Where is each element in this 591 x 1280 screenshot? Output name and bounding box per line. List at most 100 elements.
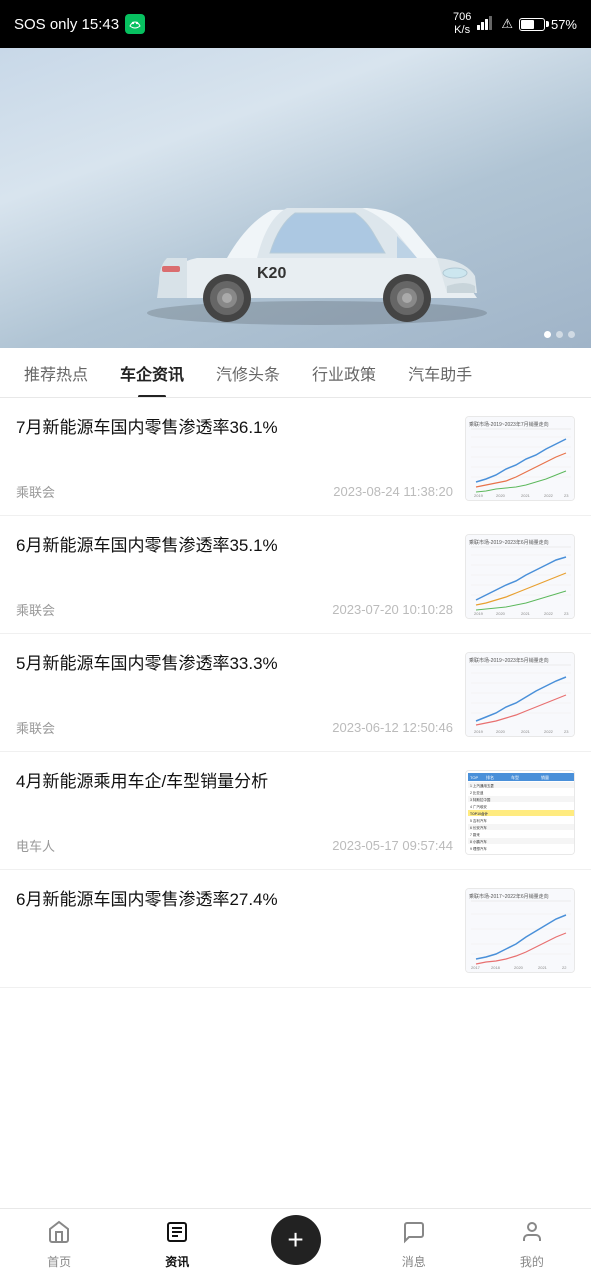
- news-title: 7月新能源车国内零售渗透率36.1%: [16, 416, 453, 440]
- tab-assistant[interactable]: 汽车助手: [392, 348, 488, 398]
- svg-text:2020: 2020: [514, 965, 524, 970]
- car-image: K20: [107, 128, 527, 328]
- news-item[interactable]: 7月新能源车国内零售渗透率36.1% 乘联会 2023-08-24 11:38:…: [0, 398, 591, 516]
- bottom-nav-home[interactable]: 首页: [0, 1220, 118, 1270]
- svg-text:2 比亚迪: 2 比亚迪: [470, 790, 484, 795]
- news-time: 2023-07-20 10:10:28: [332, 602, 453, 617]
- news-thumbnail: 乘联市场-2017~2022年6月销量走向 2017 2018 2020 202…: [465, 888, 575, 973]
- svg-text:22: 22: [562, 965, 567, 970]
- svg-text:K20: K20: [257, 265, 286, 282]
- news-title: 5月新能源车国内零售渗透率33.3%: [16, 652, 453, 676]
- svg-text:23: 23: [564, 729, 569, 734]
- bottom-nav-messages[interactable]: 消息: [355, 1220, 473, 1270]
- svg-text:2021: 2021: [521, 729, 531, 734]
- svg-text:乘联市场-2019~2023年7月销量走向: 乘联市场-2019~2023年7月销量走向: [469, 421, 549, 428]
- svg-text:排名: 排名: [486, 774, 494, 780]
- bottom-nav: 首页 资讯 + 消息 我的: [0, 1208, 591, 1280]
- svg-text:1 上汽通用五菱: 1 上汽通用五菱: [470, 783, 494, 788]
- home-label: 首页: [47, 1253, 71, 1270]
- news-meta: 乘联会 2023-08-24 11:38:20: [16, 482, 453, 501]
- news-content: 5月新能源车国内零售渗透率33.3% 乘联会 2023-06-12 12:50:…: [16, 652, 453, 737]
- network-speed: 706K/s: [453, 11, 471, 37]
- news-label: 资讯: [165, 1253, 189, 1270]
- svg-text:2021: 2021: [538, 965, 548, 970]
- news-feed: 7月新能源车国内零售渗透率36.1% 乘联会 2023-08-24 11:38:…: [0, 398, 591, 988]
- battery-container: [519, 17, 545, 32]
- hero-dot-3: [568, 331, 575, 338]
- news-icon: [165, 1220, 189, 1250]
- news-content: 6月新能源车国内零售渗透率27.4%: [16, 888, 453, 973]
- news-meta: 电车人 2023-05-17 09:57:44: [16, 836, 453, 855]
- svg-text:23: 23: [564, 611, 569, 616]
- messages-label: 消息: [402, 1253, 426, 1270]
- news-item[interactable]: 5月新能源车国内零售渗透率33.3% 乘联会 2023-06-12 12:50:…: [0, 634, 591, 752]
- hero-dot-2: [556, 331, 563, 338]
- tab-repair[interactable]: 汽修头条: [200, 348, 296, 398]
- news-thumbnail: 乘联市场-2019~2023年7月销量走向 2019 2020 2021 202…: [465, 416, 575, 501]
- news-item[interactable]: 4月新能源乘用车企/车型销量分析 电车人 2023-05-17 09:57:44…: [0, 752, 591, 870]
- bottom-nav-add[interactable]: +: [236, 1215, 354, 1275]
- news-source: 电车人: [16, 836, 55, 855]
- news-title: 6月新能源车国内零售渗透率35.1%: [16, 534, 453, 558]
- news-content: 7月新能源车国内零售渗透率36.1% 乘联会 2023-08-24 11:38:…: [16, 416, 453, 501]
- exclamation-icon: ⚠: [501, 16, 513, 32]
- svg-text:乘联市场-2019~2023年5月销量走向: 乘联市场-2019~2023年5月销量走向: [469, 657, 549, 664]
- hero-dots: [544, 331, 575, 338]
- svg-text:2019: 2019: [474, 611, 484, 616]
- svg-text:3 特斯拉中国: 3 特斯拉中国: [470, 797, 491, 802]
- add-button[interactable]: +: [271, 1215, 321, 1265]
- svg-text:9 理想汽车: 9 理想汽车: [470, 846, 487, 851]
- news-source: 乘联会: [16, 482, 55, 501]
- news-item[interactable]: 6月新能源车国内零售渗透率35.1% 乘联会 2023-07-20 10:10:…: [0, 516, 591, 634]
- hero-banner[interactable]: K20: [0, 48, 591, 348]
- news-time: 2023-08-24 11:38:20: [333, 484, 453, 499]
- svg-text:2020: 2020: [496, 611, 506, 616]
- nav-tabs: 推荐热点 车企资讯 汽修头条 行业政策 汽车助手: [0, 348, 591, 398]
- svg-text:2019: 2019: [474, 493, 484, 498]
- tab-car-news[interactable]: 车企资讯: [104, 348, 200, 398]
- tab-hot[interactable]: 推荐热点: [8, 348, 104, 398]
- news-thumbnail: 乘联市场-2019~2023年5月销量走向 2019 2020 2021 202…: [465, 652, 575, 737]
- profile-icon: [520, 1220, 544, 1250]
- svg-text:8 小鹏汽车: 8 小鹏汽车: [470, 839, 487, 844]
- svg-text:6 长安汽车: 6 长安汽车: [470, 825, 487, 830]
- svg-text:2020: 2020: [496, 493, 506, 498]
- news-title: 4月新能源乘用车企/车型销量分析: [16, 770, 453, 794]
- svg-text:2018: 2018: [491, 965, 501, 970]
- news-source: 乘联会: [16, 718, 55, 737]
- news-meta: 乘联会 2023-06-12 12:50:46: [16, 718, 453, 737]
- status-text: SOS only 15:43: [14, 16, 119, 33]
- signal-icon: [477, 16, 495, 33]
- svg-text:2022: 2022: [544, 729, 554, 734]
- hero-dot-1: [544, 331, 551, 338]
- bottom-nav-news[interactable]: 资讯: [118, 1220, 236, 1270]
- svg-text:2020: 2020: [496, 729, 506, 734]
- news-thumbnail: 乘联市场-2019~2023年6月销量走向 2019 2020 2021 202…: [465, 534, 575, 619]
- news-thumbnail: TOP 排名 车型 销量 1 上汽通用五菱 2 比亚迪 3 特斯拉中国: [465, 770, 575, 855]
- news-source: 乘联会: [16, 600, 55, 619]
- svg-text:23: 23: [564, 493, 569, 498]
- svg-text:4 广汽埃安: 4 广汽埃安: [470, 804, 487, 809]
- news-content: 4月新能源乘用车企/车型销量分析 电车人 2023-05-17 09:57:44: [16, 770, 453, 855]
- svg-text:乘联市场-2019~2023年6月销量走向: 乘联市场-2019~2023年6月销量走向: [469, 539, 549, 546]
- svg-text:2021: 2021: [521, 493, 531, 498]
- svg-text:2021: 2021: [521, 611, 531, 616]
- status-right: 706K/s ⚠ 57%: [453, 11, 577, 37]
- status-left: SOS only 15:43: [14, 14, 145, 34]
- svg-text:车型: 车型: [511, 774, 519, 780]
- svg-text:销量: 销量: [541, 774, 549, 780]
- news-content: 6月新能源车国内零售渗透率35.1% 乘联会 2023-07-20 10:10:…: [16, 534, 453, 619]
- bottom-nav-profile[interactable]: 我的: [473, 1220, 591, 1270]
- news-time: 2023-05-17 09:57:44: [332, 838, 453, 853]
- svg-text:2022: 2022: [544, 611, 554, 616]
- news-item[interactable]: 6月新能源车国内零售渗透率27.4% 乘联市场-2017~2022年6月销量走向…: [0, 870, 591, 988]
- news-title: 6月新能源车国内零售渗透率27.4%: [16, 888, 453, 912]
- svg-text:7 蔚来: 7 蔚来: [470, 832, 480, 837]
- messages-icon: [402, 1220, 426, 1250]
- tab-policy[interactable]: 行业政策: [296, 348, 392, 398]
- wechat-icon: [125, 14, 145, 34]
- status-bar: SOS only 15:43 706K/s ⚠ 57%: [0, 0, 591, 48]
- svg-text:2019: 2019: [474, 729, 484, 734]
- svg-text:5 吉利汽车: 5 吉利汽车: [470, 818, 487, 823]
- svg-text:TOP10合计: TOP10合计: [470, 811, 489, 816]
